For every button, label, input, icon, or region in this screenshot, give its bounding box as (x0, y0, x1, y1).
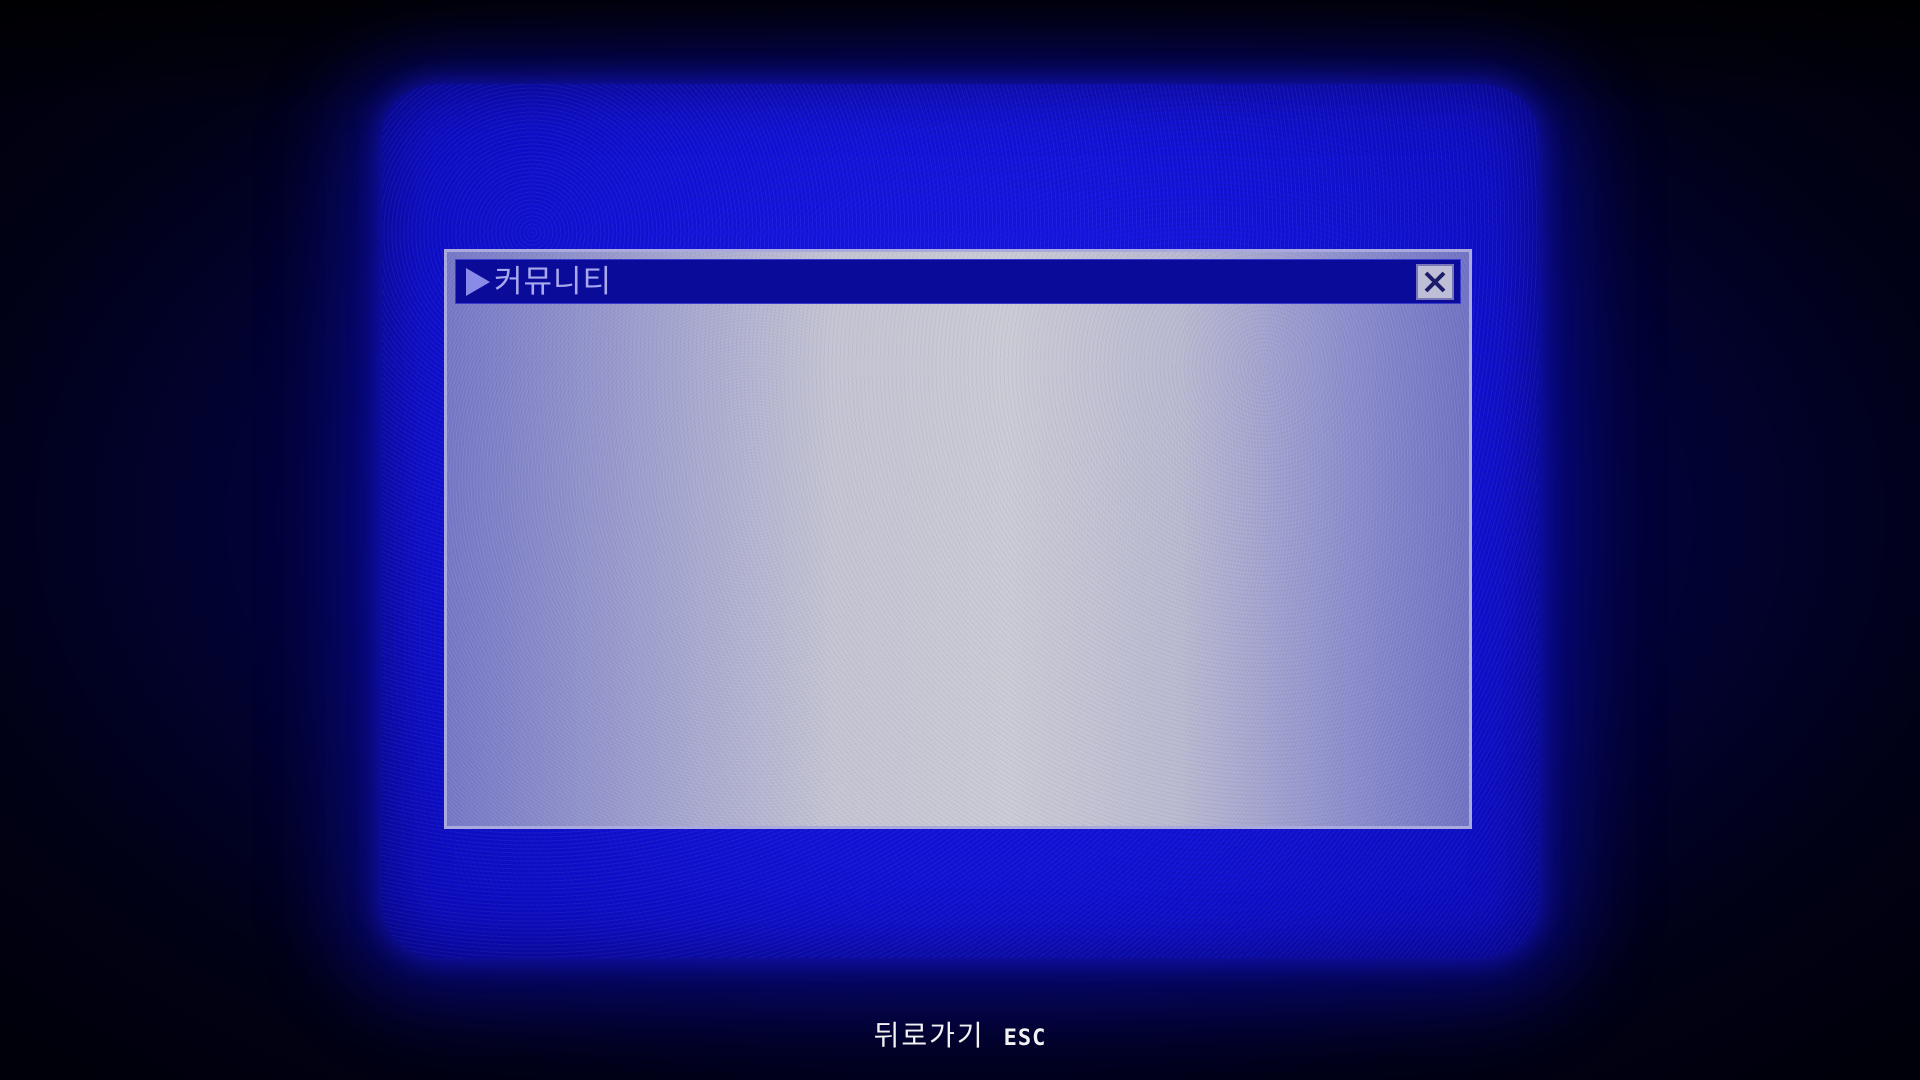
close-icon (1424, 271, 1446, 293)
window-static-noise (447, 252, 1469, 826)
window-titlebar: 커뮤니티 (455, 259, 1461, 304)
back-hint[interactable]: 뒤로가기 ESC (0, 1016, 1920, 1059)
close-button[interactable] (1416, 264, 1454, 300)
community-window: 커뮤니티 (444, 249, 1472, 829)
game-scene: 커뮤니티 뒤로가기 ESC (0, 0, 1920, 1080)
back-label: 뒤로가기 (873, 1019, 985, 1052)
play-arrow-icon (466, 268, 490, 296)
window-title: 커뮤니티 (494, 264, 613, 300)
esc-key-label: ESC (1003, 1026, 1047, 1051)
